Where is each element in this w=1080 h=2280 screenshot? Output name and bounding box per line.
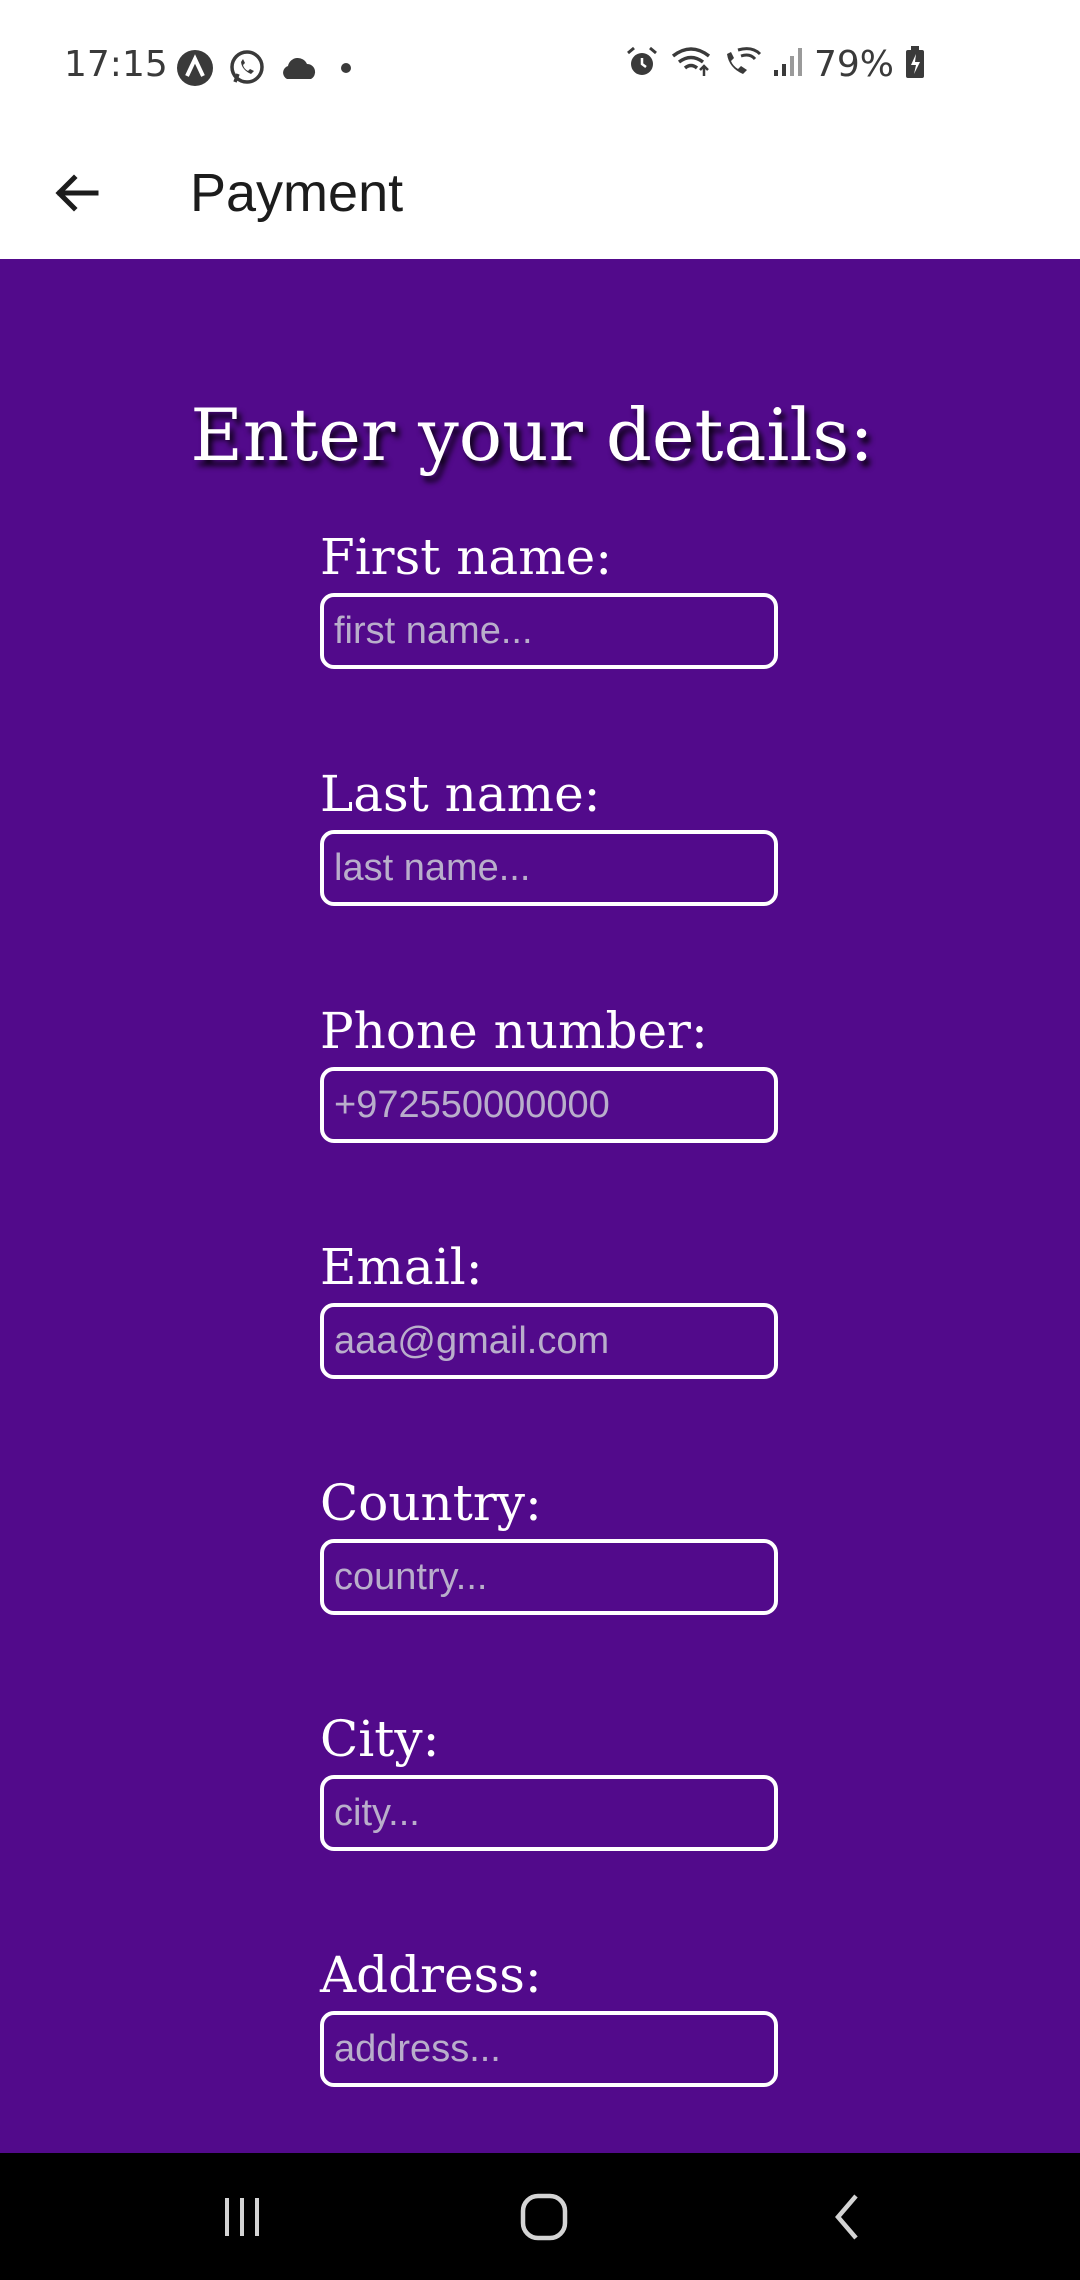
recent-apps-icon — [225, 2198, 259, 2236]
status-notification-icons — [175, 48, 361, 93]
status-system-icons: 79% — [624, 44, 926, 85]
last-name-field[interactable] — [320, 830, 778, 906]
arrow-left-icon — [55, 174, 99, 212]
address-label: Address: — [320, 1946, 542, 2004]
battery-icon — [904, 44, 926, 85]
back-button[interactable] — [40, 157, 112, 229]
first-name-field[interactable] — [320, 593, 778, 669]
city-label: City: — [320, 1710, 440, 1768]
country-label: Country: — [320, 1474, 542, 1532]
alarm-icon — [624, 44, 660, 85]
page-title: Payment — [190, 163, 404, 223]
status-bar: 17:15 79% — [0, 0, 1080, 135]
form-heading: Enter your details: — [190, 393, 874, 477]
wifi-icon — [670, 44, 712, 85]
city-field[interactable] — [320, 1775, 778, 1851]
system-nav-bar — [0, 2153, 1080, 2280]
status-time: 17:15 — [64, 44, 168, 85]
app-a-icon — [175, 48, 215, 93]
signal-icon — [772, 44, 804, 85]
email-label: Email: — [320, 1238, 483, 1296]
battery-percent: 79% — [814, 44, 895, 85]
phone-number-field[interactable] — [320, 1067, 778, 1143]
email-field[interactable] — [320, 1303, 778, 1379]
wifi-call-icon — [722, 44, 762, 85]
home-icon — [520, 2193, 568, 2241]
back-icon — [835, 2194, 858, 2240]
address-field[interactable] — [320, 2011, 778, 2087]
recent-apps-button[interactable] — [192, 2173, 292, 2261]
home-button[interactable] — [494, 2173, 594, 2261]
nav-back-button[interactable] — [796, 2173, 896, 2261]
cloud-icon — [279, 53, 319, 88]
payment-form: Enter your details: First name: Last nam… — [0, 259, 1080, 2153]
last-name-label: Last name: — [320, 765, 601, 823]
whatsapp-icon — [227, 48, 267, 93]
phone-number-label: Phone number: — [320, 1002, 708, 1060]
app-bar: Payment — [0, 135, 1080, 259]
country-field[interactable] — [320, 1539, 778, 1615]
first-name-label: First name: — [320, 528, 613, 586]
dot-icon — [331, 53, 361, 88]
